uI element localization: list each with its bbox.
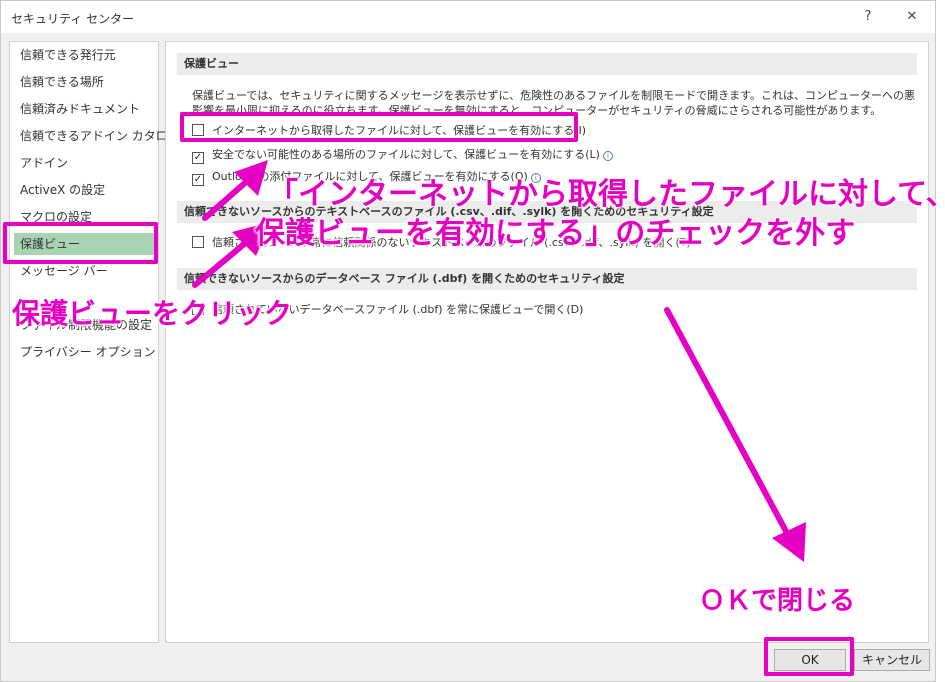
annotation-uncheck-line2: 保護ビューを有効にする」のチェックを外す	[255, 216, 856, 251]
annotation-uncheck-line1: 「インターネットから取得したファイルに対して、	[268, 177, 945, 212]
sidebar-item-trusted-publishers[interactable]: 信頼できる発行元	[20, 44, 116, 66]
title-bar: セキュリティ センター ? ✕	[1, 1, 935, 33]
option-unsafe-locations[interactable]: ✓ 安全でない可能性のある場所のファイルに対して、保護ビューを有効にする(L) i	[192, 147, 613, 164]
sidebar-nav: 信頼できる発行元 信頼できる場所 信頼済みドキュメント 信頼できるアドイン カタ…	[9, 41, 180, 643]
annotation-close-with-ok: ＯＫで閉じる	[699, 586, 856, 616]
window-title: セキュリティ センター	[11, 12, 135, 26]
cancel-button[interactable]: キャンセル	[854, 649, 930, 671]
section-header-dbf-files: 信頼できないソースからのデータベース ファイル (.dbf) を開くためのセキュ…	[177, 268, 917, 290]
sidebar-item-activex-settings[interactable]: ActiveX の設定	[20, 179, 105, 201]
option-label: 安全でない可能性のある場所のファイルに対して、保護ビューを有効にする(L)	[212, 148, 600, 161]
highlight-protected-view-item	[3, 222, 158, 264]
sidebar-item-trusted-documents[interactable]: 信頼済みドキュメント	[20, 98, 140, 120]
info-icon: i	[602, 151, 613, 161]
annotation-click-protected-view: 保護ビューをクリック	[12, 297, 293, 330]
sidebar-item-addins[interactable]: アドイン	[20, 152, 68, 174]
highlight-ok-button	[764, 637, 854, 676]
section-header-protected-view: 保護ビュー	[177, 53, 917, 75]
close-icon[interactable]: ✕	[900, 7, 924, 27]
highlight-internet-option	[180, 112, 578, 142]
checkbox-unsafe-locations[interactable]: ✓	[192, 152, 204, 164]
help-icon[interactable]: ?	[856, 7, 880, 27]
sidebar-item-privacy-options[interactable]: プライバシー オプション	[20, 341, 156, 363]
sidebar-item-trusted-locations[interactable]: 信頼できる場所	[20, 71, 104, 93]
checkbox-outlook-attachments[interactable]: ✓	[192, 174, 204, 186]
checkbox-text-files[interactable]	[192, 236, 204, 248]
sidebar-item-trusted-addin-catalogs[interactable]: 信頼できるアドイン カタログ	[20, 125, 180, 147]
